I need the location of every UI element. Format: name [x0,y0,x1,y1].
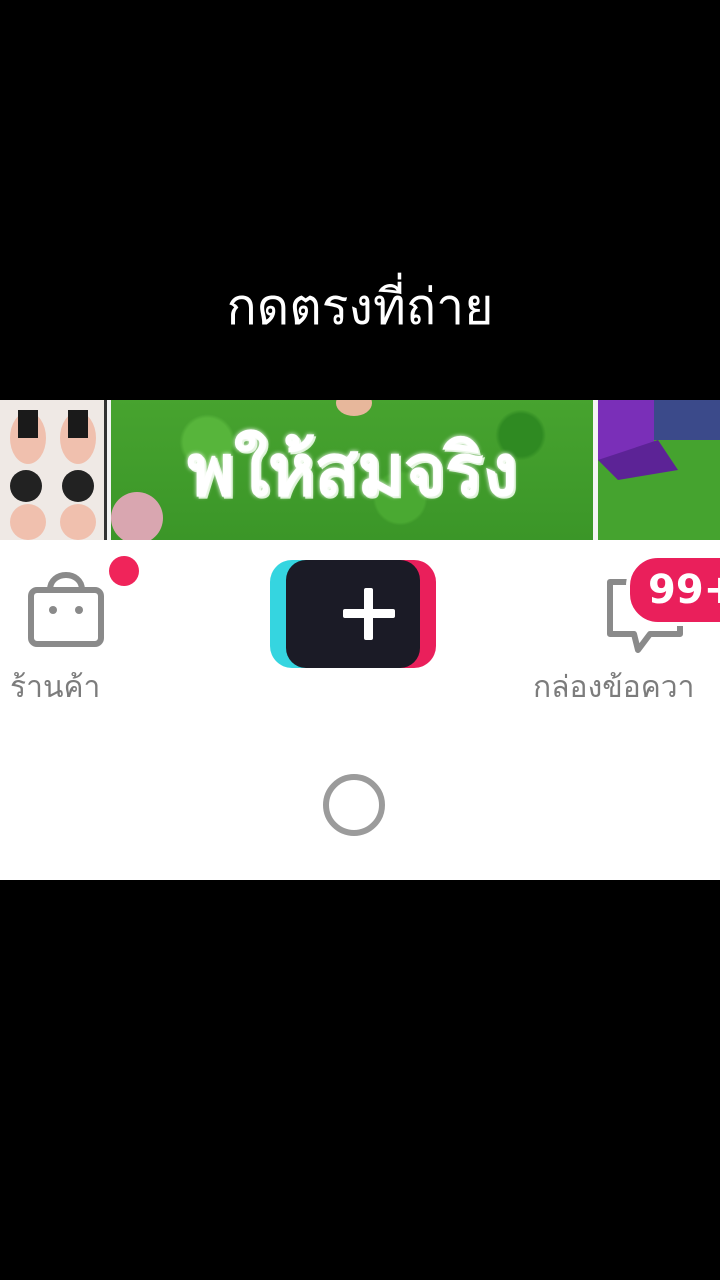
video-caption: กดตรงที่ถ่าย [226,278,494,336]
thumbnail-right[interactable] [598,400,720,540]
bottom-navigation-bar: ร้านค้า 99+ กล่องข้อควา [0,540,720,740]
create-button-core [286,560,420,668]
thumbnail-center-text: พให้สมจริง [187,428,518,512]
inbox-tab-label[interactable]: กล่องข้อควา [533,664,695,711]
thumbnail-character [336,400,372,416]
create-button[interactable] [270,560,436,668]
home-button[interactable] [323,774,385,836]
shop-tab-label[interactable]: ร้านค้า [10,664,100,711]
thumbnail-center[interactable]: พให้สมจริง [111,400,593,540]
inbox-badge: 99+ [626,554,720,626]
thumbnail-right-art [598,400,720,540]
zoomed-app-screen: พให้สมจริง ร้านค้า 99 กล่องข้อควา [0,400,720,880]
shopping-bag-icon[interactable] [26,564,106,650]
thumbnail-left-art [0,400,107,540]
notification-dot [109,556,139,586]
video-thumbnail-strip: พให้สมจริง [0,400,720,540]
thumbnail-left[interactable] [0,400,107,540]
